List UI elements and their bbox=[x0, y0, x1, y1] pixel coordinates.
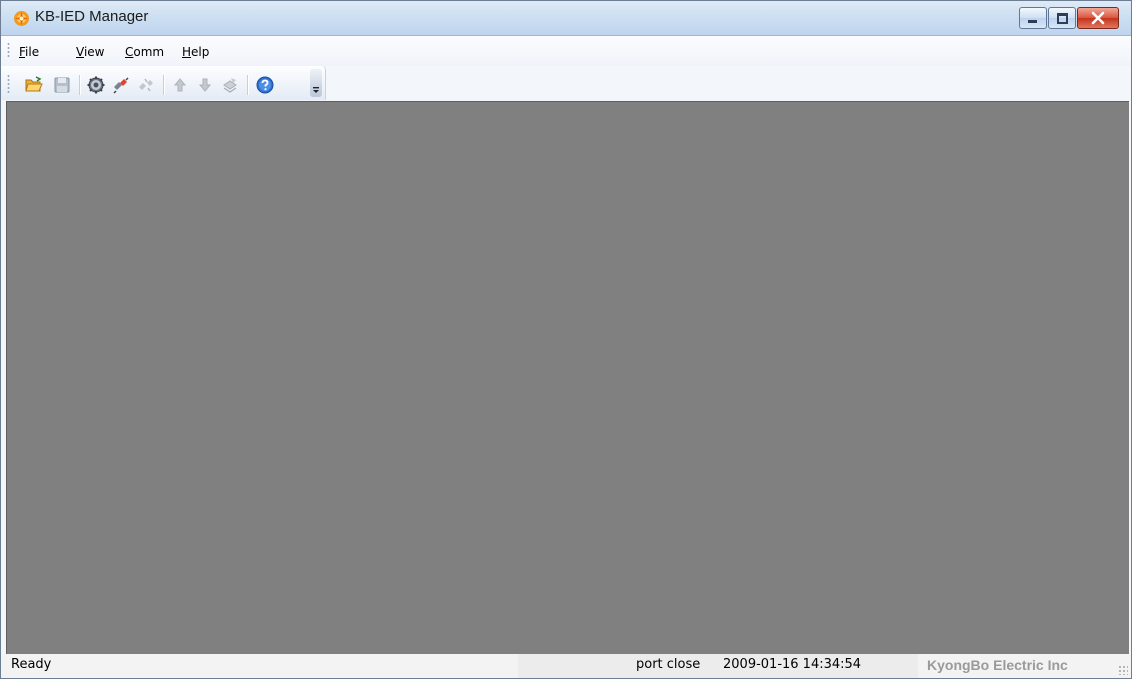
mdi-client-area[interactable] bbox=[6, 101, 1129, 654]
status-datetime: 2009-01-16 14:34:54 bbox=[723, 657, 862, 672]
maximize-button[interactable] bbox=[1048, 7, 1076, 29]
minimize-icon bbox=[1028, 20, 1037, 23]
status-bar: Ready port close 2009-01-16 14:34:54 Kyo… bbox=[1, 654, 1131, 678]
help-icon[interactable] bbox=[256, 76, 274, 94]
app-logo-icon bbox=[14, 11, 29, 26]
write-device-icon[interactable] bbox=[221, 76, 239, 94]
toolbar-overflow-button[interactable] bbox=[310, 69, 322, 97]
chevron-down-icon bbox=[313, 87, 319, 93]
menu-help[interactable]: Help bbox=[182, 45, 209, 59]
toolbar-separator bbox=[247, 75, 249, 95]
maximize-icon bbox=[1057, 13, 1068, 24]
toolbar-separator bbox=[163, 75, 165, 95]
settings-gear-icon[interactable] bbox=[87, 76, 105, 94]
menu-file[interactable]: File bbox=[19, 45, 39, 59]
status-company: KyongBo Electric Inc bbox=[927, 657, 1068, 673]
window-title: KB-IED Manager bbox=[35, 8, 149, 25]
disconnect-icon[interactable] bbox=[137, 76, 155, 94]
title-bar[interactable]: KB-IED Manager bbox=[1, 1, 1131, 36]
close-button[interactable] bbox=[1077, 7, 1119, 29]
toolbar-grip[interactable] bbox=[7, 74, 10, 94]
upload-arrow-icon[interactable] bbox=[171, 76, 189, 94]
status-port: port close bbox=[636, 657, 701, 672]
resize-grip[interactable] bbox=[1118, 665, 1128, 675]
open-folder-icon[interactable] bbox=[25, 76, 43, 94]
toolbar bbox=[1, 66, 326, 100]
window-controls bbox=[1018, 7, 1119, 29]
status-ready-text: Ready bbox=[11, 657, 52, 672]
toolbar-separator bbox=[79, 75, 81, 95]
download-arrow-icon[interactable] bbox=[196, 76, 214, 94]
minimize-button[interactable] bbox=[1019, 7, 1047, 29]
menu-comm[interactable]: Comm bbox=[125, 45, 164, 59]
connect-icon[interactable] bbox=[112, 76, 130, 94]
app-window: KB-IED Manager File View Comm Help Ready… bbox=[0, 0, 1132, 679]
menu-bar: File View Comm Help bbox=[1, 36, 1131, 66]
menu-view[interactable]: View bbox=[76, 45, 104, 59]
save-icon[interactable] bbox=[53, 76, 71, 94]
menubar-grip[interactable] bbox=[7, 42, 10, 58]
close-icon bbox=[1091, 11, 1105, 25]
